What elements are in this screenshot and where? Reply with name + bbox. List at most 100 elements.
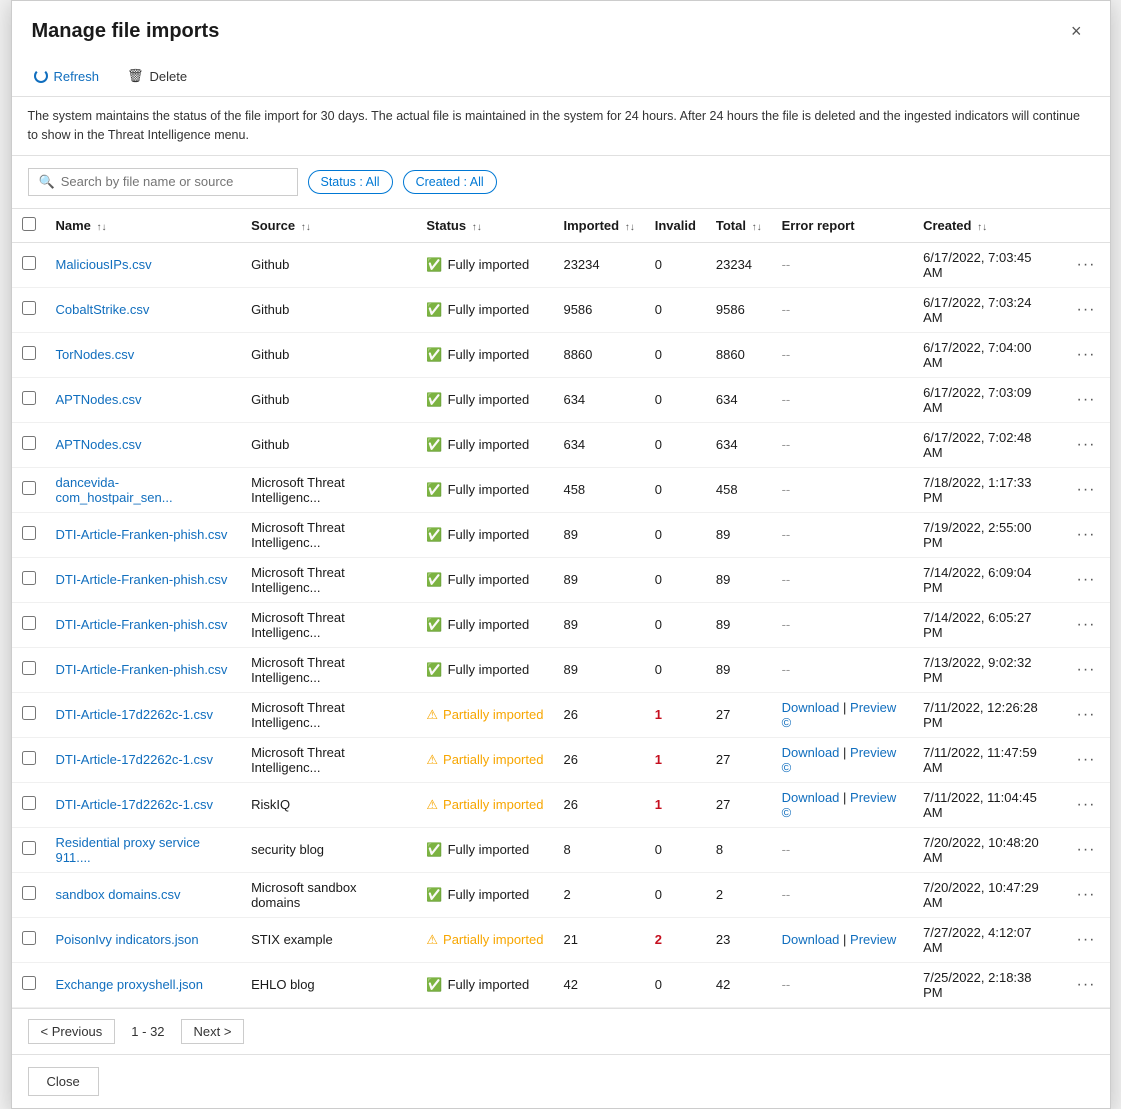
row-imported: 89	[553, 602, 644, 647]
row-name-link[interactable]: Exchange proxyshell.json	[56, 977, 203, 992]
row-more-button[interactable]: ···	[1072, 479, 1099, 501]
download-link[interactable]: Download	[782, 790, 840, 805]
row-name-link[interactable]: APTNodes.csv	[56, 437, 142, 452]
preview-link[interactable]: Preview	[850, 932, 896, 947]
next-button[interactable]: Next >	[181, 1019, 245, 1044]
row-checkbox[interactable]	[22, 346, 36, 360]
status-sort-icon[interactable]: ↑↓	[472, 222, 482, 233]
row-name-link[interactable]: DTI-Article-17d2262c-1.csv	[56, 752, 214, 767]
row-source: Github	[241, 242, 416, 287]
row-more-button[interactable]: ···	[1072, 974, 1099, 996]
row-name-link[interactable]: dancevida-com_hostpair_sen...	[56, 475, 173, 505]
table-row: DTI-Article-Franken-phish.csvMicrosoft T…	[12, 557, 1110, 602]
row-more-button[interactable]: ···	[1072, 254, 1099, 276]
row-checkbox[interactable]	[22, 481, 36, 495]
row-more-button[interactable]: ···	[1072, 839, 1099, 861]
row-checkbox[interactable]	[22, 706, 36, 720]
row-more-button[interactable]: ···	[1072, 524, 1099, 546]
row-more-button[interactable]: ···	[1072, 569, 1099, 591]
source-sort-icon[interactable]: ↑↓	[301, 222, 311, 233]
created-filter-pill[interactable]: Created : All	[403, 170, 497, 194]
row-checkbox[interactable]	[22, 616, 36, 630]
row-name-link[interactable]: DTI-Article-17d2262c-1.csv	[56, 707, 214, 722]
row-checkbox[interactable]	[22, 436, 36, 450]
refresh-button[interactable]: Refresh	[28, 65, 106, 88]
row-name-link[interactable]: sandbox domains.csv	[56, 887, 181, 902]
download-link[interactable]: Download	[782, 932, 840, 947]
row-more-button[interactable]: ···	[1072, 704, 1099, 726]
row-name-link[interactable]: DTI-Article-Franken-phish.csv	[56, 617, 228, 632]
row-checkbox[interactable]	[22, 976, 36, 990]
imported-sort-icon[interactable]: ↑↓	[625, 222, 635, 233]
search-box[interactable]: 🔍	[28, 168, 298, 196]
row-checkbox[interactable]	[22, 931, 36, 945]
row-name: DTI-Article-Franken-phish.csv	[46, 602, 242, 647]
delete-button[interactable]: 🗑 Delete	[121, 64, 193, 88]
row-more-button[interactable]: ···	[1072, 344, 1099, 366]
row-name-link[interactable]: PoisonIvy indicators.json	[56, 932, 199, 947]
row-imported: 9586	[553, 287, 644, 332]
refresh-icon	[34, 69, 48, 83]
row-more-button[interactable]: ···	[1072, 659, 1099, 681]
row-more-button[interactable]: ···	[1072, 749, 1099, 771]
search-input[interactable]	[61, 174, 287, 189]
name-sort-icon[interactable]: ↑↓	[97, 222, 107, 233]
row-checkbox[interactable]	[22, 301, 36, 315]
row-invalid: 1	[645, 692, 706, 737]
row-checkbox[interactable]	[22, 526, 36, 540]
row-created: 7/14/2022, 6:05:27 PM	[913, 602, 1062, 647]
row-name: APTNodes.csv	[46, 377, 242, 422]
previous-button[interactable]: < Previous	[28, 1019, 116, 1044]
close-dialog-button[interactable]: Close	[28, 1067, 99, 1096]
row-name-link[interactable]: Residential proxy service 911....	[56, 835, 201, 865]
row-name-link[interactable]: DTI-Article-Franken-phish.csv	[56, 527, 228, 542]
fully-imported-icon: ✅	[426, 572, 442, 588]
row-imported: 89	[553, 512, 644, 557]
row-checkbox[interactable]	[22, 661, 36, 675]
row-checkbox[interactable]	[22, 796, 36, 810]
row-checkbox[interactable]	[22, 256, 36, 270]
row-more-button[interactable]: ···	[1072, 614, 1099, 636]
row-more-button[interactable]: ···	[1072, 794, 1099, 816]
table-row: TorNodes.csvGithub✅Fully imported8860088…	[12, 332, 1110, 377]
row-name-link[interactable]: MaliciousIPs.csv	[56, 257, 152, 272]
row-more-button[interactable]: ···	[1072, 434, 1099, 456]
row-checkbox[interactable]	[22, 841, 36, 855]
row-checkbox[interactable]	[22, 886, 36, 900]
row-error-dash: --	[782, 842, 791, 857]
row-name-link[interactable]: DTI-Article-Franken-phish.csv	[56, 662, 228, 677]
status-filter-pill[interactable]: Status : All	[308, 170, 393, 194]
row-error-dash: --	[782, 482, 791, 497]
row-more-button[interactable]: ···	[1072, 884, 1099, 906]
row-checkbox[interactable]	[22, 751, 36, 765]
row-created: 6/17/2022, 7:03:09 AM	[913, 377, 1062, 422]
row-status: ✅Fully imported	[416, 512, 553, 557]
row-checkbox-cell	[12, 647, 46, 692]
download-link[interactable]: Download	[782, 745, 840, 760]
row-name-link[interactable]: DTI-Article-Franken-phish.csv	[56, 572, 228, 587]
row-more-button[interactable]: ···	[1072, 389, 1099, 411]
created-sort-icon[interactable]: ↑↓	[977, 222, 987, 233]
row-checkbox-cell	[12, 242, 46, 287]
row-imported: 89	[553, 557, 644, 602]
row-checkbox[interactable]	[22, 571, 36, 585]
row-more-button[interactable]: ···	[1072, 929, 1099, 951]
row-total: 27	[706, 692, 772, 737]
row-status: ✅Fully imported	[416, 602, 553, 647]
row-checkbox[interactable]	[22, 391, 36, 405]
row-more-cell: ···	[1062, 917, 1109, 962]
row-name-link[interactable]: DTI-Article-17d2262c-1.csv	[56, 797, 214, 812]
row-error-report: --	[772, 512, 913, 557]
row-name-link[interactable]: TorNodes.csv	[56, 347, 135, 362]
select-all-checkbox[interactable]	[22, 217, 36, 231]
row-status-text: Partially imported	[443, 707, 543, 722]
row-name-link[interactable]: APTNodes.csv	[56, 392, 142, 407]
total-sort-icon[interactable]: ↑↓	[752, 222, 762, 233]
download-link[interactable]: Download	[782, 700, 840, 715]
row-name-link[interactable]: CobaltStrike.csv	[56, 302, 150, 317]
row-imported: 26	[553, 692, 644, 737]
fully-imported-icon: ✅	[426, 527, 442, 543]
row-checkbox-cell	[12, 332, 46, 377]
row-more-button[interactable]: ···	[1072, 299, 1099, 321]
dialog-close-button[interactable]: ×	[1063, 17, 1090, 46]
